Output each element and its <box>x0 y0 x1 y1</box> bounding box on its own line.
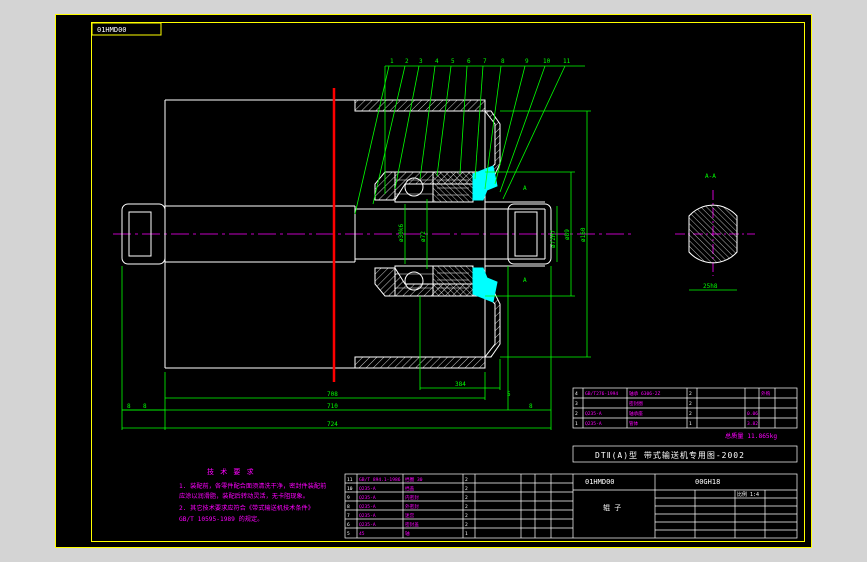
upper-row-cell: 外购 <box>761 390 771 397</box>
dia-bearing: ø72H7 <box>550 230 557 248</box>
dim-right-b: 8 <box>529 403 533 410</box>
upper-row-cell: 1 <box>575 421 578 427</box>
parts-list-upper-rows: 4 GB/T276-1994 轴承 6306-2Z 2 外购 3 密封圈 2 2 Q235-A 轴承… <box>575 390 771 427</box>
upper-row-cell: 管体 <box>629 420 639 427</box>
drawing-sheet: 01HMD00 1 2 3 4 5 6 7 8 9 10 11 ø30k6 ø7… <box>55 14 812 548</box>
lower-row-cell: 外密封 <box>405 503 419 510</box>
balloon-8: 8 <box>501 58 505 65</box>
upper-row-cell: 2 <box>689 401 692 407</box>
lower-row-cell: Q235-A <box>359 513 376 519</box>
labyrinth-seal-bottom <box>432 265 498 303</box>
section-view-shaft <box>688 204 738 264</box>
notes-title: 技 术 要 求 <box>207 467 255 476</box>
dim-left-b: 8 <box>143 403 147 410</box>
upper-row-cell: 3.82 <box>747 421 758 427</box>
upper-row-cell: 1 <box>689 421 692 427</box>
balloon-10: 10 <box>543 58 551 65</box>
dim-right-a: 5 <box>507 391 511 398</box>
upper-row-cell: 密封圈 <box>629 400 643 407</box>
scale-label: 比例 1:4 <box>737 491 759 498</box>
notes-line-2: 应涂以润滑脂，装配后转动灵活，无卡阻现象。 <box>179 492 309 500</box>
part-name: 辊 子 <box>603 503 621 512</box>
notes-line-1: 1. 装配前，各零件配合面须清洗干净，密封件装配前 <box>179 482 326 490</box>
balloon-2: 2 <box>405 58 409 65</box>
upper-row-cell: 轴承 6306-2Z <box>629 390 661 397</box>
lower-row-cell: 11 <box>347 477 353 483</box>
dia-seat: ø72 <box>420 231 427 242</box>
lower-row-cell: Q235-A <box>359 522 376 528</box>
dia-outer: ø160 <box>580 227 587 242</box>
balloon-1: 1 <box>390 58 394 65</box>
dim-shell: 708 <box>327 391 338 398</box>
balloon-7: 7 <box>483 58 487 65</box>
lower-row-cell: 2 <box>465 513 468 519</box>
lower-row-cell: 6 <box>347 522 350 528</box>
dim-total: 724 <box>327 421 338 428</box>
lower-row-cell: 2 <box>465 477 468 483</box>
balloon-5: 5 <box>451 58 455 65</box>
upper-row-cell: 轴承座 <box>629 410 643 417</box>
lower-row-cell: 7 <box>347 513 350 519</box>
section-mark-bottom: A <box>523 277 527 284</box>
series-title: DTⅡ(A)型 带式输送机专用图-2002 <box>595 450 745 460</box>
roller-assembly-drawing: 01HMD00 1 2 3 4 5 6 7 8 9 10 11 ø30k6 ø7… <box>55 14 812 548</box>
lower-row-cell: 迷宫 <box>405 512 415 519</box>
lower-row-cell: GB/T 894.1-1986 <box>359 477 401 483</box>
balloon-3: 3 <box>419 58 423 65</box>
lower-row-cell: Q235-A <box>359 504 376 510</box>
lower-row-cell: 10 <box>347 486 353 492</box>
section-label: A-A <box>705 173 716 180</box>
upper-row-cell: 2 <box>689 411 692 417</box>
drawing-number: 01HMD00 <box>585 478 615 486</box>
lower-row-cell: 挡圈 30 <box>405 476 423 483</box>
lower-row-cell: 45 <box>359 531 365 537</box>
key-dim: 25h8 <box>703 283 718 290</box>
dia-shell: ø89 <box>564 229 571 240</box>
lower-row-cell: 挡盖 <box>405 485 415 492</box>
dim-hub: 384 <box>455 381 466 388</box>
lower-row-cell: 密封盖 <box>405 521 419 528</box>
parts-list-lower-grid <box>345 474 573 538</box>
technical-notes: 技 术 要 求 1. 装配前，各零件配合面须清洗干净，密封件装配前 应涂以润滑脂… <box>179 467 326 523</box>
upper-row-cell: 4 <box>575 391 578 397</box>
lower-row-cell: 2 <box>465 522 468 528</box>
lower-row-cell: 2 <box>465 504 468 510</box>
lower-row-cell: 9 <box>347 495 350 501</box>
lower-row-cell: Q235-A <box>359 486 376 492</box>
upper-row-cell: GB/T276-1994 <box>585 391 618 397</box>
lower-row-cell: 内密封 <box>405 494 419 501</box>
balloon-11: 11 <box>563 58 571 65</box>
balloon-labels: 1 2 3 4 5 6 7 8 9 10 11 <box>390 58 571 65</box>
lower-row-cell: 8 <box>347 504 350 510</box>
upper-row-cell: 2 <box>575 411 578 417</box>
balloon-4: 4 <box>435 58 439 65</box>
product-code: 00GH18 <box>695 478 720 486</box>
tube-wall-top <box>354 99 486 112</box>
lower-row-cell: Q235-A <box>359 495 376 501</box>
balloon-9: 9 <box>525 58 529 65</box>
lower-row-cell: 2 <box>465 495 468 501</box>
section-mark-top: A <box>523 185 527 192</box>
cad-viewport[interactable]: 01HMD00 1 2 3 4 5 6 7 8 9 10 11 ø30k6 ø7… <box>0 0 867 562</box>
dia-shaft: ø30k6 <box>398 224 405 242</box>
upper-row-cell: 2 <box>689 391 692 397</box>
notes-line-4: GB/T 10595-1989 的规定。 <box>179 515 263 523</box>
lower-row-cell: 轴 <box>405 530 410 537</box>
lower-row-cell: 1 <box>465 531 468 537</box>
upper-row-cell: 3 <box>575 401 578 407</box>
notes-line-3: 2. 其它技术要求应符合《带式输送机技术条件》 <box>179 504 314 512</box>
total-mass: 总质量 11.865kg <box>725 432 777 440</box>
balloon-6: 6 <box>467 58 471 65</box>
upper-row-cell: Q235-A <box>585 411 602 417</box>
diameter-texts: ø30k6 ø72 ø72H7 ø89 ø160 <box>398 224 587 248</box>
dim-mid: 710 <box>327 403 338 410</box>
upper-row-cell: Q235-A <box>585 421 602 427</box>
corner-code: 01HMD00 <box>97 26 127 34</box>
upper-row-cell: 0.06 <box>747 411 758 417</box>
dim-left-a: 8 <box>127 403 131 410</box>
lower-row-cell: 5 <box>347 531 350 537</box>
lower-row-cell: 2 <box>465 486 468 492</box>
